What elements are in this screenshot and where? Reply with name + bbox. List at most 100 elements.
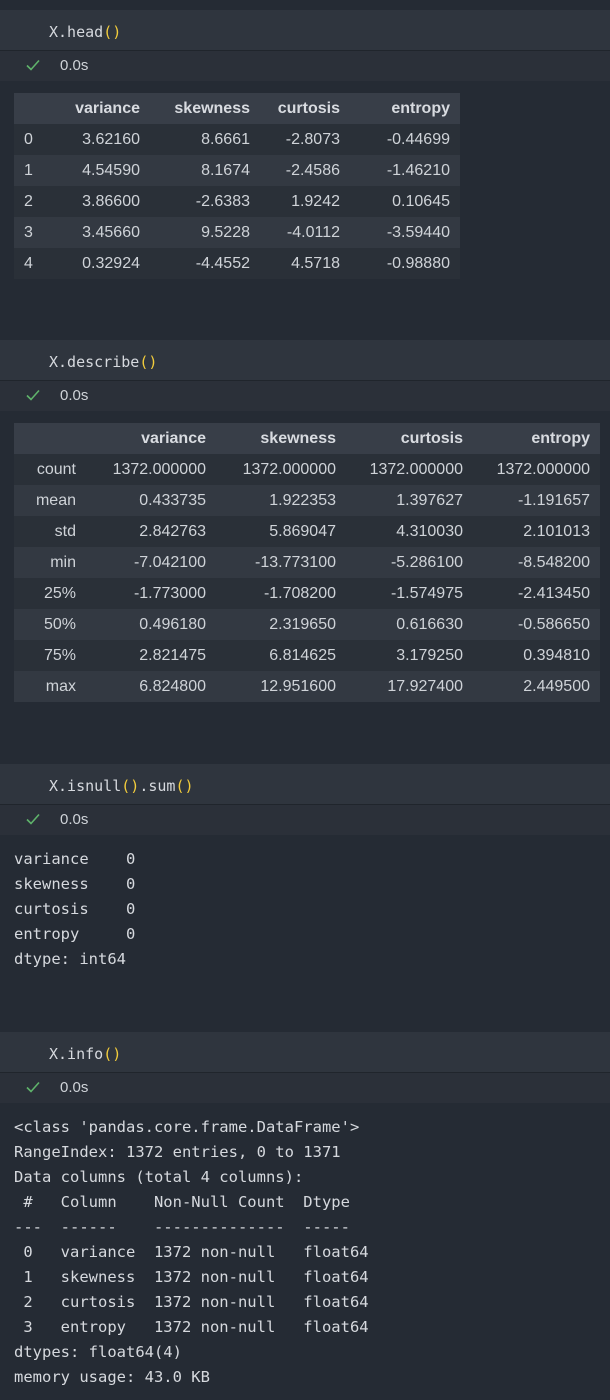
table-cell: -1.574975 [346, 578, 473, 609]
column-header: skewness [150, 93, 260, 124]
table-cell: -0.44699 [350, 124, 460, 155]
row-index: 4 [14, 248, 50, 279]
column-header [14, 93, 50, 124]
table-cell: -5.286100 [346, 547, 473, 578]
paren-open: ( [103, 23, 113, 41]
column-header: entropy [350, 93, 460, 124]
table-cell: 2.821475 [86, 640, 216, 671]
table-cell: -7.042100 [86, 547, 216, 578]
row-index: count [14, 454, 86, 485]
row-index: 1 [14, 155, 50, 186]
column-header: variance [86, 423, 216, 454]
paren-close: ) [130, 777, 140, 795]
table-row: 4 0.32924 -4.4552 4.5718 -0.98880 [14, 248, 460, 279]
cell-2-code[interactable]: X.describe() [49, 353, 157, 371]
table-cell: 1372.000000 [216, 454, 346, 485]
table-cell: -1.708200 [216, 578, 346, 609]
code-text: X.describe [49, 353, 140, 371]
table-cell: -2.413450 [473, 578, 600, 609]
table-cell: 3.62160 [50, 124, 150, 155]
code-text: X.isnull [49, 777, 122, 795]
table-cell: 12.951600 [216, 671, 346, 702]
table-cell: 3.45660 [50, 217, 150, 248]
code-text-sum: .sum [139, 777, 176, 795]
table-cell: 0.10645 [350, 186, 460, 217]
row-index: mean [14, 485, 86, 516]
cell-2-status: 0.0s [0, 380, 610, 411]
table-cell: 5.869047 [216, 516, 346, 547]
table-cell: -8.548200 [473, 547, 600, 578]
table-cell: -1.46210 [350, 155, 460, 186]
table-cell: 4.5718 [260, 248, 350, 279]
table-cell: 1372.000000 [473, 454, 600, 485]
table-cell: -1.191657 [473, 485, 600, 516]
table-row: 3 3.45660 9.5228 -4.0112 -3.59440 [14, 217, 460, 248]
table-cell: -13.773100 [216, 547, 346, 578]
table-cell: -2.6383 [150, 186, 260, 217]
execution-time: 0.0s [60, 811, 89, 828]
table-cell: 3.86600 [50, 186, 150, 217]
check-icon [26, 59, 40, 71]
row-index: max [14, 671, 86, 702]
info-output: <class 'pandas.core.frame.DataFrame'> Ra… [14, 1118, 369, 1386]
code-text: X.head [49, 23, 104, 41]
table-cell: 1.922353 [216, 485, 346, 516]
table-cell: 2.449500 [473, 671, 600, 702]
table-header-row: variance skewness curtosis entropy [14, 423, 600, 454]
table-cell: 0.433735 [86, 485, 216, 516]
cell-4-code[interactable]: X.info() [49, 1045, 121, 1063]
table-cell: 8.6661 [150, 124, 260, 155]
table-row: 0 3.62160 8.6661 -2.8073 -0.44699 [14, 124, 460, 155]
table-row: min -7.042100 -13.773100 -5.286100 -8.548200 [14, 547, 600, 578]
isnull-output: variance 0 skewness 0 curtosis 0 entropy… [14, 850, 136, 968]
table-cell: -4.0112 [260, 217, 350, 248]
row-index: min [14, 547, 86, 578]
paren-close: ) [148, 353, 158, 371]
table-row: 1 4.54590 8.1674 -2.4586 -1.46210 [14, 155, 460, 186]
table-row: mean 0.433735 1.922353 1.397627 -1.191657 [14, 485, 600, 516]
row-index: 3 [14, 217, 50, 248]
table-row: 50% 0.496180 2.319650 0.616630 -0.586650 [14, 609, 600, 640]
row-index: 2 [14, 186, 50, 217]
table-row: 75% 2.821475 6.814625 3.179250 0.394810 [14, 640, 600, 671]
row-index: std [14, 516, 86, 547]
table-cell: 2.842763 [86, 516, 216, 547]
paren-close: ) [112, 23, 122, 41]
table-cell: 2.319650 [216, 609, 346, 640]
check-icon [26, 1081, 40, 1093]
row-index: 75% [14, 640, 86, 671]
table-cell: 4.54590 [50, 155, 150, 186]
paren-close: ) [112, 1045, 122, 1063]
head-table: variance skewness curtosis entropy 0 3.62160 8… [14, 93, 460, 279]
table-cell: 0.616630 [346, 609, 473, 640]
cell-3-code[interactable]: X.isnull().sum() [49, 777, 194, 795]
table-cell: -2.4586 [260, 155, 350, 186]
row-index: 0 [14, 124, 50, 155]
table-row: std 2.842763 5.869047 4.310030 2.101013 [14, 516, 600, 547]
table-row: 2 3.86600 -2.6383 1.9242 0.10645 [14, 186, 460, 217]
paren-open: ( [121, 777, 131, 795]
execution-time: 0.0s [60, 57, 89, 74]
table-cell: -4.4552 [150, 248, 260, 279]
row-index: 25% [14, 578, 86, 609]
paren-close: ) [184, 777, 194, 795]
table-cell: -0.98880 [350, 248, 460, 279]
table-cell: 0.32924 [50, 248, 150, 279]
table-cell: 1372.000000 [86, 454, 216, 485]
table-cell: 1372.000000 [346, 454, 473, 485]
column-header: entropy [473, 423, 600, 454]
cell-1-code[interactable]: X.head() [49, 23, 121, 41]
table-cell: 1.397627 [346, 485, 473, 516]
table-row: max 6.824800 12.951600 17.927400 2.449500 [14, 671, 600, 702]
table-cell: 2.101013 [473, 516, 600, 547]
table-cell: 1.9242 [260, 186, 350, 217]
describe-table: variance skewness curtosis entropy count 1372… [14, 423, 600, 702]
code-text: X.info [49, 1045, 104, 1063]
table-cell: 4.310030 [346, 516, 473, 547]
column-header: skewness [216, 423, 346, 454]
column-header: variance [50, 93, 150, 124]
table-cell: -1.773000 [86, 578, 216, 609]
check-icon [26, 813, 40, 825]
execution-time: 0.0s [60, 1079, 89, 1096]
execution-time: 0.0s [60, 387, 89, 404]
